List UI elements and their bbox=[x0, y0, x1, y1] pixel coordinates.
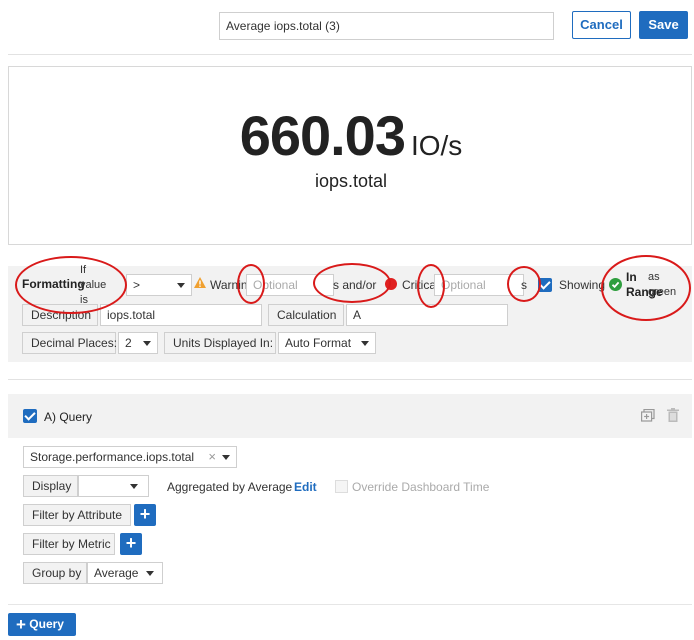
divider bbox=[8, 604, 692, 605]
widget-title-input[interactable]: Average iops.total (3) bbox=[219, 12, 554, 40]
chevron-down-icon bbox=[177, 283, 185, 288]
preview-unit: IO/s bbox=[410, 130, 463, 161]
annotation-ellipse bbox=[15, 256, 127, 314]
decimal-places-label: Decimal Places: bbox=[22, 332, 117, 354]
annotation-ellipse bbox=[417, 264, 445, 308]
trash-icon[interactable] bbox=[667, 408, 679, 422]
override-time-checkbox[interactable] bbox=[335, 480, 348, 493]
units-value: Auto Format bbox=[285, 336, 352, 350]
save-button[interactable]: Save bbox=[639, 11, 688, 39]
add-metric-filter-button[interactable]: + bbox=[120, 533, 142, 555]
group-by-select[interactable]: Average bbox=[87, 562, 163, 584]
metric-value: Storage.performance.iops.total bbox=[30, 450, 195, 464]
filter-by-metric-label: Filter by Metric bbox=[23, 533, 115, 555]
preview-value: 660.03 bbox=[239, 104, 406, 167]
description-input[interactable]: iops.total bbox=[100, 304, 262, 326]
preview-panel: 660.03 IO/s iops.total bbox=[8, 66, 692, 245]
annotation-ellipse bbox=[601, 255, 691, 321]
query-header bbox=[8, 394, 692, 438]
operator-select[interactable]: > bbox=[126, 274, 192, 296]
display-label: Display bbox=[23, 475, 78, 497]
showing-label: Showing bbox=[559, 278, 606, 292]
annotation-ellipse bbox=[237, 264, 265, 304]
group-by-label: Group by bbox=[23, 562, 87, 584]
add-attribute-filter-button[interactable]: + bbox=[134, 504, 156, 526]
override-time-label: Override Dashboard Time bbox=[352, 480, 490, 494]
edit-aggregation-link[interactable]: Edit bbox=[294, 480, 317, 494]
decimal-places-select[interactable]: 2 bbox=[118, 332, 158, 354]
display-select[interactable] bbox=[78, 475, 149, 497]
divider bbox=[8, 379, 692, 380]
add-query-label: Query bbox=[29, 617, 64, 631]
annotation-ellipse bbox=[313, 263, 391, 303]
critical-placeholder: Optional bbox=[441, 278, 486, 292]
aggregated-text: Aggregated by Average bbox=[167, 480, 293, 494]
filter-by-attribute-label: Filter by Attribute bbox=[23, 504, 131, 526]
query-enabled-checkbox[interactable] bbox=[23, 409, 37, 423]
warning-icon bbox=[194, 277, 206, 289]
chevron-down-icon bbox=[146, 571, 154, 576]
divider bbox=[8, 54, 692, 55]
chevron-down-icon bbox=[222, 455, 230, 460]
annotation-ellipse bbox=[507, 266, 541, 302]
metric-select[interactable]: Storage.performance.iops.total × bbox=[23, 446, 237, 468]
query-title: A) Query bbox=[44, 410, 93, 424]
group-by-value: Average bbox=[94, 566, 139, 580]
chevron-down-icon bbox=[130, 484, 138, 489]
chevron-down-icon bbox=[143, 341, 151, 346]
plus-icon: + bbox=[16, 615, 26, 634]
calculation-label: Calculation bbox=[268, 304, 344, 326]
preview-value-row: 660.03 IO/s bbox=[9, 103, 693, 168]
units-label: Units Displayed In: bbox=[164, 332, 276, 354]
decimal-places-value: 2 bbox=[125, 336, 132, 350]
add-query-button[interactable]: + Query bbox=[8, 613, 76, 636]
duplicate-icon[interactable] bbox=[641, 408, 655, 422]
preview-metric: iops.total bbox=[314, 171, 388, 191]
clear-icon[interactable]: × bbox=[208, 447, 216, 467]
chevron-down-icon bbox=[361, 341, 369, 346]
units-select[interactable]: Auto Format bbox=[278, 332, 376, 354]
operator-value: > bbox=[133, 278, 141, 292]
cancel-button[interactable]: Cancel bbox=[572, 11, 631, 39]
